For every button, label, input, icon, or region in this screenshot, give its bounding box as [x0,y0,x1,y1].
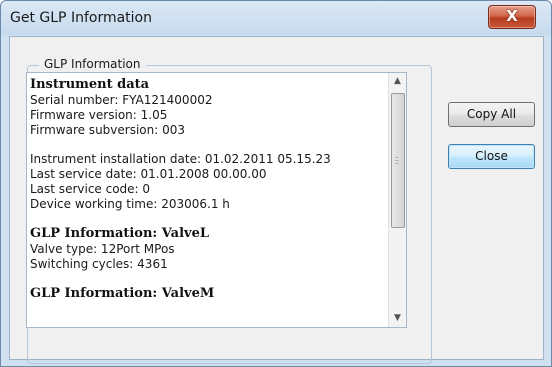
info-line: Firmware subversion: 003 [30,123,185,137]
section-heading: Instrument data [30,77,150,92]
section-heading: GLP Information: ValveM [30,286,215,301]
info-line: Valve type: 12Port MPos [30,242,175,256]
glp-dialog: Get GLP Information X GLP Information In… [0,0,552,367]
info-line: Last service date: 01.01.2008 00.00.00 [30,167,267,181]
text-gap [30,138,388,152]
glp-info-textbox[interactable]: Instrument data Serial number: FYA1214000… [26,72,407,328]
info-line: Switching cycles: 4361 [30,257,168,271]
group-legend: GLP Information [39,57,146,71]
vertical-scrollbar[interactable]: ▲ – – – ▼ [388,73,406,327]
window-title: Get GLP Information [10,10,152,26]
close-button[interactable]: Close [448,144,535,169]
scroll-down-icon[interactable]: ▼ [389,310,406,327]
text-gap [30,272,388,286]
title-bar[interactable]: Get GLP Information X [1,1,551,35]
window-close-button[interactable]: X [488,5,536,29]
grip-icon: – – – [395,153,399,167]
info-line: Firmware version: 1.05 [30,108,168,122]
copy-all-button[interactable]: Copy All [448,102,535,127]
text-gap [30,212,388,226]
dialog-client-area: GLP Information Instrument data Serial nu… [9,36,544,364]
scroll-up-icon[interactable]: ▲ [389,73,406,90]
info-line: Device working time: 203006.1 h [30,197,230,211]
scroll-thumb[interactable]: – – – [391,93,405,228]
close-icon: X [506,7,518,25]
glp-info-text: Instrument data Serial number: FYA1214000… [30,77,388,302]
section-heading: GLP Information: ValveL [30,226,209,241]
info-line: Instrument installation date: 01.02.2011… [30,152,331,166]
info-line: Last service code: 0 [30,182,151,196]
info-line: Serial number: FYA121400002 [30,93,213,107]
